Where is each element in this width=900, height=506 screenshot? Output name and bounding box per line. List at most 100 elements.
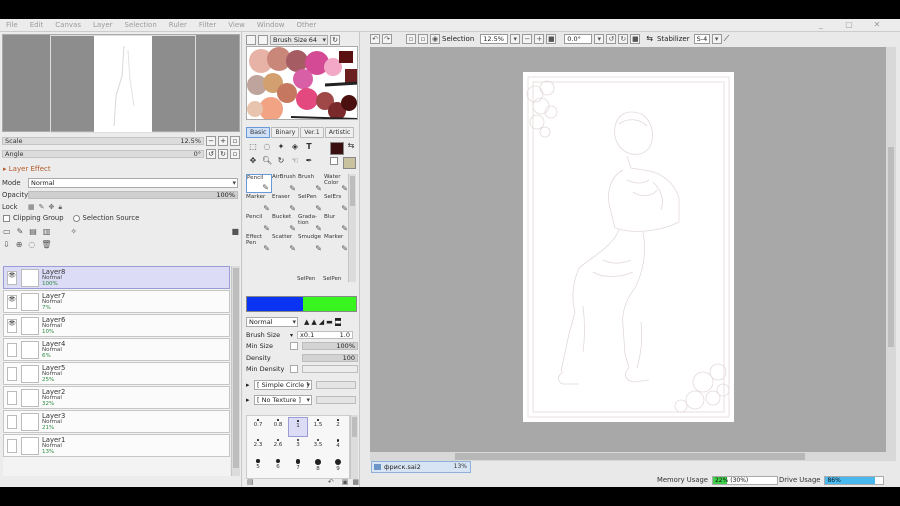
visibility-toggle[interactable]: 👁︎ (7, 295, 17, 309)
size-preset[interactable]: 6 (268, 457, 288, 477)
canvas-horizontal-scrollbar[interactable] (370, 452, 886, 461)
size-preset[interactable]: 0.7 (248, 417, 268, 437)
size-preset[interactable]: 2 (328, 417, 348, 437)
brush-grid-scroll-thumb[interactable] (350, 176, 355, 206)
lasso-icon[interactable]: ◌ (262, 142, 272, 152)
menu-selection[interactable]: Selection (125, 21, 157, 29)
flip-horizontal-icon[interactable]: ⇆ (646, 34, 653, 43)
color-gradient-strip[interactable] (246, 296, 357, 312)
color-strip-green[interactable] (303, 297, 356, 311)
menu-window[interactable]: Window (257, 21, 285, 29)
menu-file[interactable]: File (6, 21, 18, 29)
clipping-group-checkbox[interactable] (3, 214, 10, 222)
zoom-icon[interactable]: 🔍︎ (262, 156, 272, 166)
undo-button[interactable]: ↶ (370, 33, 380, 44)
presets-scroll-thumb[interactable] (352, 417, 357, 437)
tab-basic[interactable]: Basic (246, 127, 271, 138)
min-density-pressure-icon[interactable] (290, 365, 298, 373)
new-mask-icon[interactable]: ▥ (43, 227, 51, 239)
preset-save-icon[interactable]: ▣ (342, 478, 349, 487)
tip-shape-3-icon[interactable]: ◢ (319, 318, 324, 326)
swatch-toggle-button[interactable] (246, 35, 256, 45)
size-preset[interactable]: 2.3 (248, 437, 268, 457)
tip-shape-2-icon[interactable]: ▲ (311, 318, 316, 326)
visibility-toggle[interactable] (7, 367, 17, 381)
brush-slot[interactable]: Water Color ✎ (324, 174, 350, 193)
menu-layer[interactable]: Layer (93, 21, 113, 29)
preset-delete-icon[interactable]: ▦ (352, 478, 359, 487)
redo-button[interactable]: ↷ (382, 33, 392, 44)
brush-size-multiplier-dropdown[interactable]: ▾ (290, 332, 293, 339)
visibility-toggle[interactable] (7, 415, 17, 429)
rotate-ccw-button[interactable]: ↺ (606, 33, 617, 44)
selection-visibility-button[interactable]: ◉ (430, 33, 440, 44)
transfer-down-icon[interactable]: ⇩ (3, 240, 10, 252)
menu-edit[interactable]: Edit (30, 21, 44, 29)
size-preset[interactable]: 1 (288, 417, 308, 437)
layer-row[interactable]: 👁︎ Layer7 Normal 7% (3, 290, 230, 313)
angle-slider[interactable]: Angle 0° (2, 149, 204, 158)
brush-slot[interactable]: Marker ✎ (246, 194, 272, 213)
layer-row[interactable]: Layer4 Normal 6% (3, 338, 230, 361)
brush-slot[interactable]: Brush ✎ (298, 174, 324, 193)
brush-slot[interactable]: Eraser ✎ (272, 194, 298, 213)
rotate-cw-button[interactable]: ↻ (618, 33, 629, 44)
color-strip-blue[interactable] (247, 297, 303, 311)
density-slider[interactable]: 100 (302, 354, 358, 362)
brush-texture-dropdown[interactable]: [ No Texture ] (254, 395, 312, 405)
stabilizer-field[interactable]: S-4 (693, 33, 710, 44)
stabilizer-dropdown-button[interactable]: ▾ (711, 33, 722, 44)
tip-shape-1-icon[interactable]: ▲ (304, 318, 309, 326)
merge-down-icon[interactable]: ⊕ (16, 240, 23, 252)
brush-slot[interactable]: Marker ✎ (324, 234, 350, 253)
size-preset[interactable]: 0.8 (268, 417, 288, 437)
brush-slot[interactable]: Effect Pen ✎ (246, 234, 272, 253)
tab-binary[interactable]: Binary (271, 127, 300, 138)
move-icon[interactable]: ◈ (290, 142, 300, 152)
tip-shape-5-icon[interactable]: ▬ (334, 318, 342, 326)
size-preset[interactable]: 9 (328, 457, 348, 477)
layer-panel-menu-icon[interactable]: ■ (231, 227, 239, 239)
layer-row[interactable]: Layer2 Normal 32% (3, 386, 230, 409)
invert-selection-button[interactable]: ▫ (418, 33, 428, 44)
zoom-dropdown-button[interactable]: ▾ (510, 33, 521, 44)
min-size-slider[interactable]: 100% (302, 342, 358, 350)
brush-blend-mode-dropdown[interactable]: Normal (246, 317, 298, 327)
preset-menu-icon[interactable]: ▤ (247, 478, 254, 487)
preset-undo-icon[interactable]: ↶ (328, 478, 334, 487)
deselect-button[interactable]: ▫ (406, 33, 416, 44)
layer-row[interactable]: Layer1 Normal 13% (3, 434, 230, 457)
brush-slot[interactable]: Blur ✎ (324, 214, 350, 233)
menu-filter[interactable]: Filter (199, 21, 216, 29)
straight-line-icon[interactable]: ⟋ (724, 34, 730, 44)
navigator-viewport-frame[interactable] (50, 35, 196, 133)
brush-slot[interactable]: Pencil ✎ (246, 214, 272, 233)
zoom-out-toolbar-button[interactable]: − (522, 33, 533, 44)
close-icon[interactable]: ✕ (872, 20, 882, 30)
tab-ver1[interactable]: Ver.1 (300, 127, 324, 138)
lock-all-icon[interactable]: 🔒︎ (58, 203, 62, 212)
menu-other[interactable]: Other (296, 21, 316, 29)
brush-slot[interactable]: Bucket ✎ (272, 214, 298, 233)
scale-slider[interactable]: Scale 12.5% (2, 136, 204, 145)
visibility-toggle[interactable] (7, 439, 17, 453)
brush-size-quick-field[interactable]: Brush Size 64 (270, 35, 328, 45)
size-preset[interactable]: 8 (308, 457, 328, 477)
texture-expand-icon[interactable]: ▸ (246, 396, 254, 404)
brush-slot[interactable]: SelErs ✎ (324, 194, 350, 213)
size-preset[interactable]: 2.6 (268, 437, 288, 457)
brush-slot[interactable]: AirBrush ✎ (272, 174, 298, 193)
drawing-canvas[interactable] (523, 72, 734, 422)
swatch-toggle-button-2[interactable] (258, 35, 268, 45)
layer-row[interactable]: Layer3 Normal 21% (3, 410, 230, 433)
color-palette-scratchpad[interactable] (246, 46, 358, 120)
brush-size-reset-button[interactable]: ↻ (330, 35, 340, 45)
zoom-fit-button[interactable]: ■ (546, 33, 557, 44)
magic-wand-icon[interactable]: ✦ (276, 142, 286, 152)
zoom-in-button[interactable]: + (218, 135, 228, 146)
visibility-toggle[interactable]: 👁︎ (7, 271, 17, 285)
layer-effect-title[interactable]: ▸ Layer Effect (3, 165, 51, 173)
menu-canvas[interactable]: Canvas (55, 21, 81, 29)
secondary-color-swatch[interactable] (343, 157, 356, 169)
menu-view[interactable]: View (228, 21, 245, 29)
